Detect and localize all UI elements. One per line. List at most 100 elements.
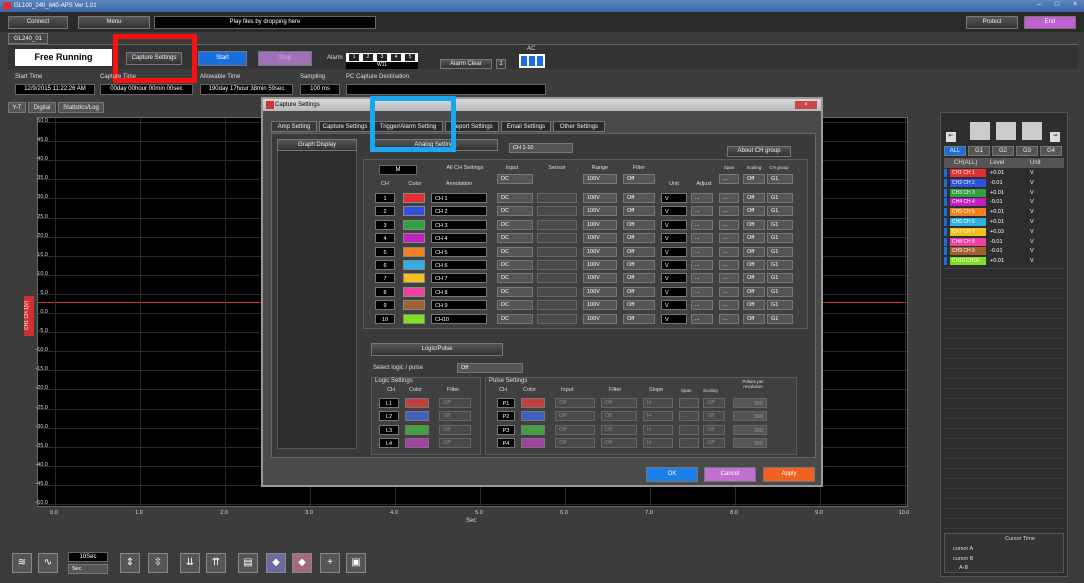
end-button[interactable]: End xyxy=(1024,16,1076,29)
channel-color-swatch[interactable] xyxy=(403,300,425,311)
pulse-color-swatch[interactable] xyxy=(521,411,545,422)
pulse-slope-select[interactable]: H xyxy=(643,424,673,435)
m-field[interactable]: M xyxy=(379,165,417,175)
all-group-select[interactable]: G1 xyxy=(767,174,793,184)
channel-sensor-select[interactable] xyxy=(537,300,577,311)
channel-filter-select[interactable]: Off xyxy=(623,219,655,230)
level-row-channel[interactable]: CH3 CH 3 xyxy=(950,188,986,197)
channel-scaling-select[interactable]: Off xyxy=(743,273,765,284)
channel-input-select[interactable]: DC xyxy=(497,246,533,257)
tab-device[interactable]: GL240_01 xyxy=(8,33,48,44)
cursor-b-tool-icon[interactable]: ◆ xyxy=(292,553,312,573)
minimize-icon[interactable]: – xyxy=(1030,0,1048,10)
pulse-slope-select[interactable]: H xyxy=(643,411,673,422)
channel-color-swatch[interactable] xyxy=(403,219,425,230)
channel-group-select[interactable]: G1 xyxy=(767,233,793,244)
logic-color-swatch[interactable] xyxy=(405,424,429,435)
channel-filter-select[interactable]: Off xyxy=(623,206,655,217)
channel-unit-field[interactable]: V xyxy=(661,246,687,257)
pulse-slope-select[interactable]: H xyxy=(643,438,673,449)
channel-span-button[interactable]: ... xyxy=(719,273,739,284)
channel-annotation-field[interactable]: CH 7 xyxy=(431,273,487,284)
pulse-span-button[interactable]: ... xyxy=(679,424,699,435)
pulse-ppr-field[interactable]: 360 xyxy=(733,398,767,408)
channel-span-button[interactable]: ... xyxy=(719,313,739,324)
channel-filter-select[interactable]: Off xyxy=(623,300,655,311)
channel-color-swatch[interactable] xyxy=(403,206,425,217)
channel-annotation-field[interactable]: CH 4 xyxy=(431,233,487,244)
channel-group-select[interactable]: G1 xyxy=(767,273,793,284)
channel-unit-field[interactable]: V xyxy=(661,313,687,324)
pulse-filter-select[interactable]: Off xyxy=(601,424,637,435)
dialog-close-icon[interactable]: × xyxy=(795,101,817,109)
channel-unit-field[interactable]: V xyxy=(661,206,687,217)
channel-input-select[interactable]: DC xyxy=(497,193,533,203)
channel-span-button[interactable]: ... xyxy=(719,246,739,257)
channel-adjust-button[interactable]: ... xyxy=(691,286,713,297)
all-range-select[interactable]: 100V xyxy=(583,174,617,184)
level-row-channel[interactable]: CH5 CH 5 xyxy=(950,208,986,217)
pulse-filter-select[interactable]: Off xyxy=(601,411,637,422)
channel-input-select[interactable]: DC xyxy=(497,219,533,230)
channel-annotation-field[interactable]: CH 6 xyxy=(431,260,487,270)
tab-amp-setting[interactable]: Amp Setting xyxy=(271,121,317,132)
channel-group-select[interactable]: G1 xyxy=(767,260,793,270)
channel-annotation-field[interactable]: CH 5 xyxy=(431,246,487,257)
group-tab-g1[interactable]: G1 xyxy=(968,146,990,156)
channel-input-select[interactable]: DC xyxy=(497,273,533,284)
cursor-a-icon[interactable] xyxy=(970,122,990,140)
pulse-input-select[interactable]: Off xyxy=(555,438,595,449)
alarm-clear-button[interactable]: Alarm Clear xyxy=(440,59,492,69)
channel-input-select[interactable]: DC xyxy=(497,313,533,324)
channel-input-select[interactable]: DC xyxy=(497,260,533,270)
level-row-channel[interactable]: CH2 CH 2 xyxy=(950,178,986,187)
all-input-select[interactable]: DC xyxy=(497,174,533,184)
channel-sensor-select[interactable] xyxy=(537,273,577,284)
tab-other-settings[interactable]: Other Settings xyxy=(553,121,605,132)
channel-annotation-field[interactable]: CH 1 xyxy=(431,193,487,203)
auto-scale-icon[interactable]: ⇊ xyxy=(180,553,200,573)
channel-sensor-select[interactable] xyxy=(537,246,577,257)
channel-input-select[interactable]: DC xyxy=(497,286,533,297)
channel-unit-field[interactable]: V xyxy=(661,233,687,244)
channel-filter-select[interactable]: Off xyxy=(623,260,655,270)
channel-span-button[interactable]: ... xyxy=(719,300,739,311)
channel-span-button[interactable]: ... xyxy=(719,193,739,203)
channel-group-select[interactable]: G1 xyxy=(767,219,793,230)
channel-unit-field[interactable]: V xyxy=(661,273,687,284)
pulse-input-select[interactable]: Off xyxy=(555,398,595,408)
pulse-color-swatch[interactable] xyxy=(521,398,545,408)
channel-unit-field[interactable]: V xyxy=(661,219,687,230)
all-filter-select[interactable]: Off xyxy=(623,174,655,184)
channel-scaling-select[interactable]: Off xyxy=(743,313,765,324)
channel-span-button[interactable]: ... xyxy=(719,233,739,244)
channel-color-swatch[interactable] xyxy=(403,286,425,297)
ch-range-select[interactable]: CH 1-10 xyxy=(509,143,573,153)
cursor-ab-icon[interactable] xyxy=(1022,122,1042,140)
channel-range-select[interactable]: 100V xyxy=(583,219,617,230)
logic-pulse-button[interactable]: Logic/Pulse xyxy=(371,343,503,356)
level-row-channel[interactable]: CH4 CH 4 xyxy=(950,198,986,207)
group-tab-g4[interactable]: G4 xyxy=(1040,146,1062,156)
channel-input-select[interactable]: DC xyxy=(497,233,533,244)
pulse-color-swatch[interactable] xyxy=(521,438,545,449)
channel-sensor-select[interactable] xyxy=(537,193,577,203)
move-icon[interactable]: ▣ xyxy=(346,553,366,573)
screen-icon[interactable]: ▤ xyxy=(238,553,258,573)
level-row-channel[interactable]: CH10 CH10 xyxy=(950,257,986,266)
pulse-span-button[interactable]: ... xyxy=(679,411,699,422)
channel-adjust-button[interactable]: ... xyxy=(691,273,713,284)
pulse-ppr-field[interactable]: 360 xyxy=(733,438,767,449)
select-logic-dropdown[interactable]: Off xyxy=(457,363,523,373)
pulse-ppr-field[interactable]: 360 xyxy=(733,411,767,422)
channel-color-swatch[interactable] xyxy=(403,233,425,244)
group-tab-all[interactable]: ALL xyxy=(944,146,966,156)
channel-span-button[interactable]: ... xyxy=(719,260,739,270)
channel-scaling-select[interactable]: Off xyxy=(743,206,765,217)
channel-range-select[interactable]: 100V xyxy=(583,286,617,297)
level-row-channel[interactable]: CH9 CH 9 xyxy=(950,247,986,256)
tab-capture-settings[interactable]: Capture Settings xyxy=(319,121,371,132)
channel-color-swatch[interactable] xyxy=(403,193,425,203)
drop-hint-field[interactable]: Play files by dropping here xyxy=(154,16,376,29)
pc-dest-field[interactable] xyxy=(346,84,546,95)
